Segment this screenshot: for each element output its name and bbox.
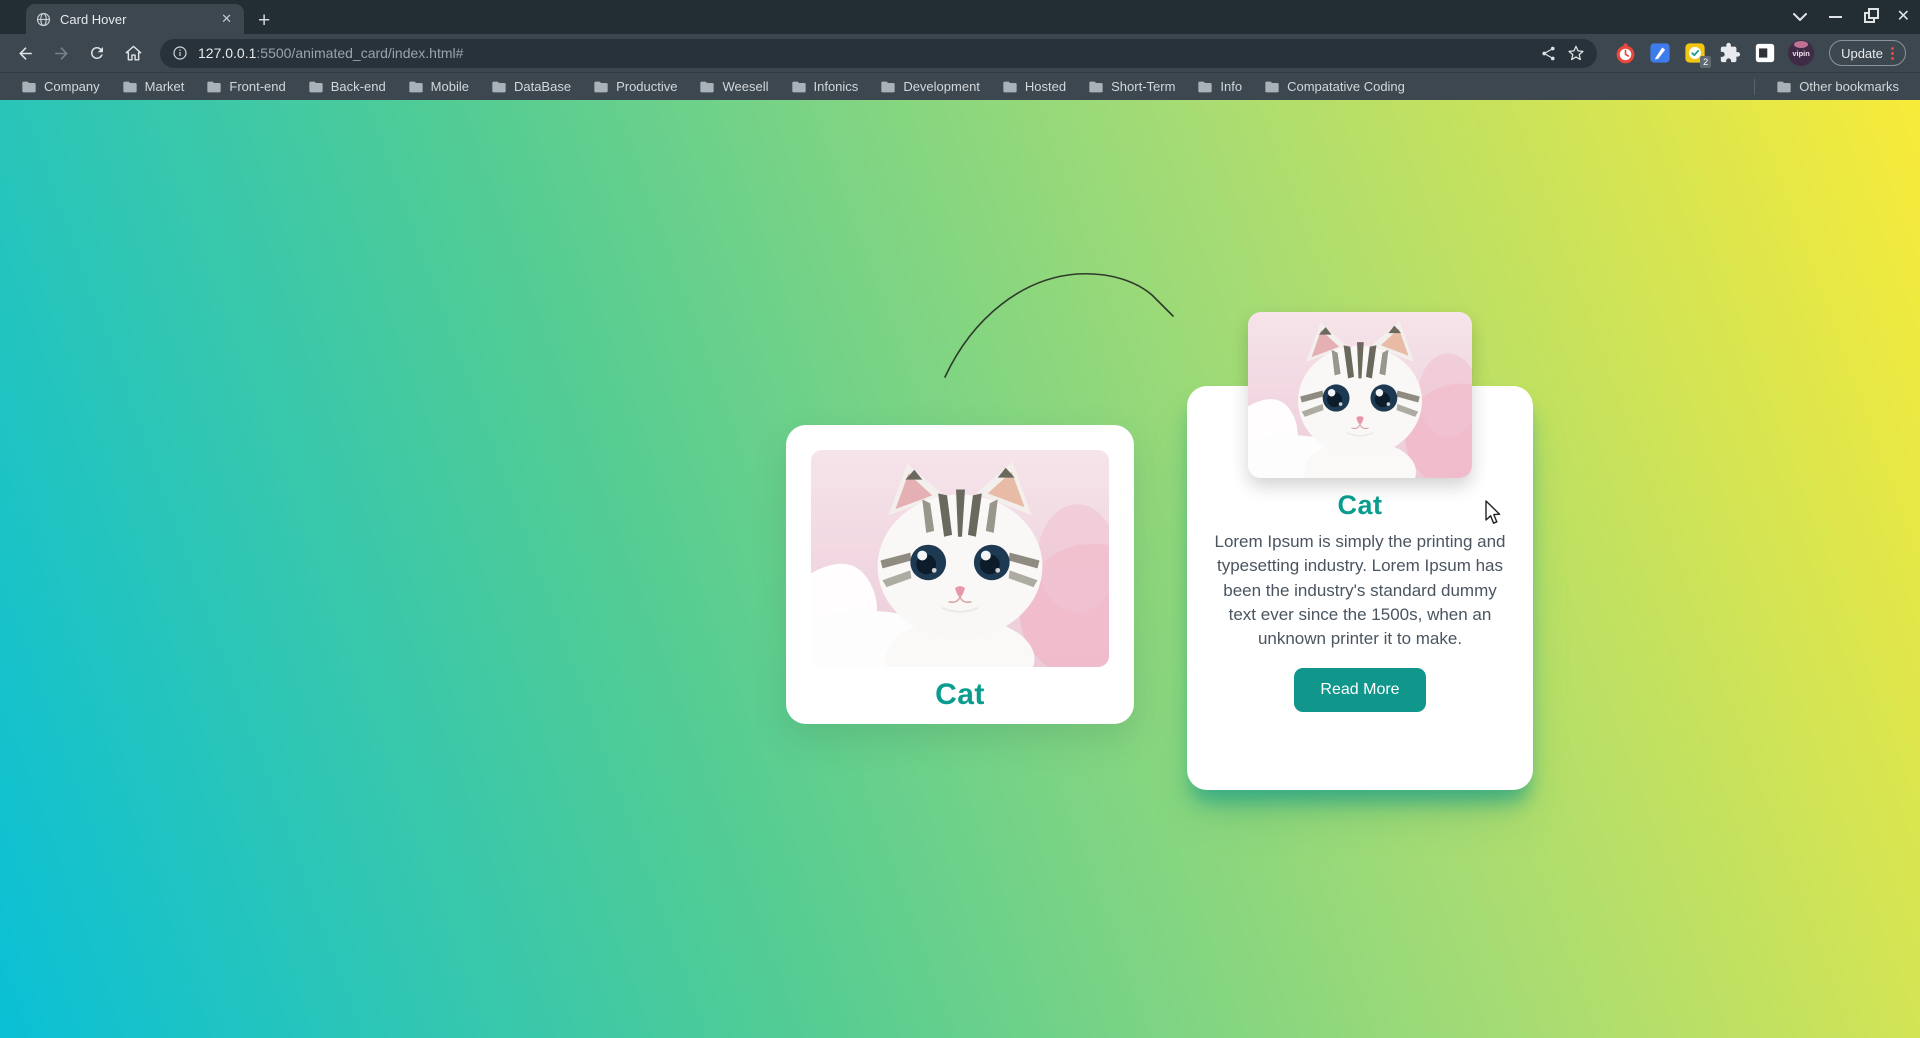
folder-icon [791, 81, 806, 92]
decorative-arc-stroke [944, 272, 1174, 378]
folder-icon [881, 81, 895, 92]
browser-tab[interactable]: Card Hover ✕ [26, 4, 244, 34]
folder-icon [122, 81, 137, 92]
folder-icon [309, 81, 323, 92]
tab-close-icon[interactable]: ✕ [219, 11, 234, 27]
bookmark-folder-database[interactable]: DataBase [482, 77, 580, 96]
bookmark-folder-productive[interactable]: Productive [584, 77, 686, 96]
browser-titlebar: Card Hover ✕ + ✕ [0, 0, 1920, 34]
update-button[interactable]: Update [1829, 40, 1906, 66]
card-title: Cat [1337, 490, 1383, 520]
bookmark-folder-compatative-coding[interactable]: Compatative Coding [1255, 77, 1414, 96]
bookmark-folder-front-end[interactable]: Front-end [197, 77, 294, 96]
folder-icon [1777, 81, 1791, 92]
browser-menu-kebab-icon[interactable] [1891, 46, 1894, 60]
other-bookmarks[interactable]: Other bookmarks [1767, 77, 1908, 96]
extension-badge: 2 [1700, 56, 1712, 68]
folder-icon [1265, 81, 1279, 92]
bookmark-label: Short-Term [1111, 79, 1176, 94]
folder-icon [1198, 81, 1213, 92]
tab-search-chevron-icon[interactable] [1792, 13, 1807, 21]
bookmarks-divider [1754, 78, 1756, 95]
card-description: Lorem Ipsum is simply the printing and t… [1214, 532, 1506, 649]
update-label: Update [1841, 45, 1883, 61]
home-button[interactable] [118, 38, 148, 68]
bookmark-folder-infonics[interactable]: Infonics [782, 77, 868, 96]
bookmark-folder-market[interactable]: Market [113, 77, 194, 96]
bookmark-label: Infonics [813, 79, 859, 94]
folder-icon [1089, 81, 1103, 92]
folder-icon [594, 81, 608, 92]
notes-extension-icon[interactable] [1648, 41, 1672, 65]
bookmark-label: Compatative Coding [1287, 79, 1405, 94]
folder-icon [1003, 81, 1017, 92]
url-text[interactable]: 127.0.0.1:5500/animated_card/index.html# [198, 45, 1530, 61]
restore-window-button[interactable] [1863, 7, 1879, 23]
url-path: :5500/animated_card/index.html# [256, 45, 464, 61]
url-host: 127.0.0.1 [198, 45, 257, 61]
page-viewport: Cat Cat Lorem Ipsum is simply the printi… [0, 100, 1920, 1038]
new-tab-button[interactable]: + [258, 10, 270, 31]
bookmark-folder-hosted[interactable]: Hosted [993, 77, 1075, 96]
bookmark-label: Hosted [1024, 79, 1067, 94]
bookmark-label: Market [144, 79, 185, 94]
extensions-puzzle-icon[interactable] [1718, 41, 1742, 65]
forward-button[interactable] [46, 38, 76, 68]
read-more-button[interactable]: Read More [1294, 668, 1426, 713]
back-button[interactable] [10, 38, 40, 68]
site-info-icon[interactable] [172, 45, 188, 61]
folder-icon [700, 81, 715, 92]
url-bar[interactable]: 127.0.0.1:5500/animated_card/index.html# [160, 38, 1598, 68]
bookmark-label: DataBase [513, 79, 572, 94]
folder-icon [409, 81, 423, 92]
tab-title: Card Hover [60, 11, 127, 27]
bookmark-label: Mobile [430, 79, 469, 94]
bookmark-folder-development[interactable]: Development [871, 77, 989, 96]
profile-avatar[interactable]: vipin [1788, 40, 1815, 66]
bookmark-label: Info [1220, 79, 1243, 94]
avatar-label: vipin [1792, 48, 1810, 58]
extensions-row: 2 vipin Update [1609, 40, 1910, 68]
cat-card-hovered[interactable]: Cat Lorem Ipsum is simply the printing a… [1187, 312, 1533, 790]
bookmark-label: Company [44, 79, 100, 94]
bookmark-folder-mobile[interactable]: Mobile [399, 77, 478, 96]
bookmark-label: Development [903, 79, 980, 94]
bookmark-folder-info[interactable]: Info [1188, 77, 1251, 96]
folder-icon [22, 81, 36, 92]
bookmark-folder-weesell[interactable]: Weesell [690, 77, 777, 96]
bookmark-folder-short-term[interactable]: Short-Term [1079, 77, 1184, 96]
mouse-cursor [1485, 500, 1501, 524]
other-bookmarks-label: Other bookmarks [1799, 79, 1899, 94]
bookmark-label: Productive [616, 79, 678, 94]
bookmarks-bar: Company Market Front-end Back-end Mobile… [0, 72, 1920, 100]
todo-check-extension-icon[interactable]: 2 [1683, 41, 1712, 68]
bookmark-folder-back-end[interactable]: Back-end [299, 77, 395, 96]
folder-icon [492, 81, 506, 92]
card-title: Cat [935, 678, 985, 711]
screenshot-extension-icon[interactable] [1753, 41, 1777, 65]
cat-image [1248, 312, 1472, 478]
bookmark-label: Back-end [330, 79, 386, 94]
bookmark-label: Weesell [722, 79, 769, 94]
bookmark-label: Front-end [229, 79, 286, 94]
reload-button[interactable] [82, 38, 112, 68]
bookmark-star-icon[interactable] [1567, 44, 1585, 62]
minimize-button[interactable] [1828, 16, 1842, 18]
share-icon[interactable] [1540, 45, 1557, 62]
globe-favicon-icon [36, 12, 51, 26]
browser-toolbar: 127.0.0.1:5500/animated_card/index.html# [0, 34, 1920, 72]
cat-card-default[interactable]: Cat [786, 425, 1134, 724]
timer-extension-icon[interactable] [1613, 41, 1637, 65]
folder-icon [207, 81, 222, 92]
bookmark-folder-company[interactable]: Company [12, 77, 109, 96]
cat-image [811, 450, 1109, 667]
close-window-button[interactable]: ✕ [1897, 9, 1910, 25]
